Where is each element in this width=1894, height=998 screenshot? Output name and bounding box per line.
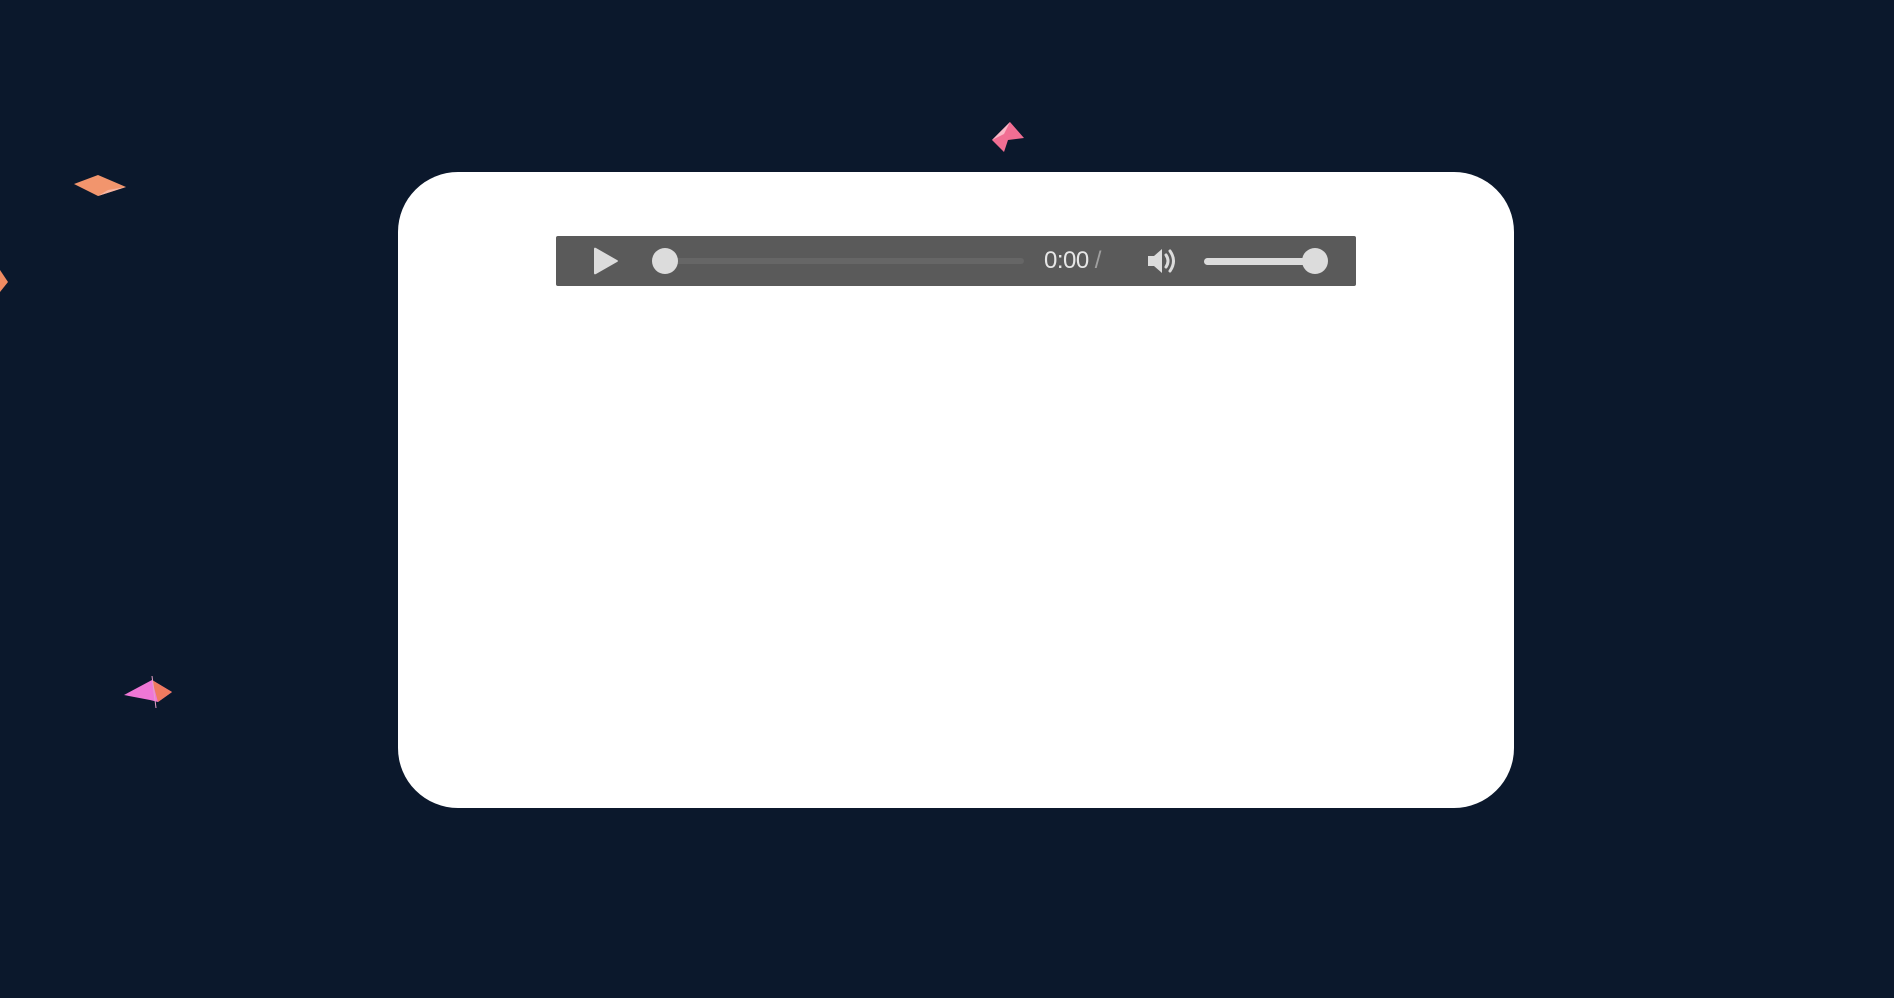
seek-thumb[interactable] bbox=[652, 248, 678, 274]
paper-plane-particle bbox=[992, 122, 1024, 152]
time-separator: / bbox=[1094, 247, 1102, 274]
paper-plane-particle bbox=[0, 270, 8, 292]
page: 0:00/ bbox=[0, 0, 1894, 998]
paper-plane-particle bbox=[74, 175, 126, 196]
audio-player: 0:00/ bbox=[556, 236, 1356, 286]
mute-button[interactable] bbox=[1146, 246, 1182, 276]
volume-slider[interactable] bbox=[1204, 248, 1332, 274]
volume-thumb[interactable] bbox=[1302, 248, 1328, 274]
seek-track bbox=[652, 258, 1024, 264]
media-card: 0:00/ bbox=[398, 172, 1514, 808]
current-time: 0:00 bbox=[1044, 247, 1089, 274]
play-button[interactable] bbox=[590, 245, 622, 277]
play-icon bbox=[594, 247, 618, 275]
paper-plane-particle bbox=[124, 675, 172, 709]
speaker-volume-icon bbox=[1148, 249, 1175, 273]
time-display: 0:00/ bbox=[1044, 248, 1101, 274]
seek-slider[interactable] bbox=[652, 248, 1024, 274]
